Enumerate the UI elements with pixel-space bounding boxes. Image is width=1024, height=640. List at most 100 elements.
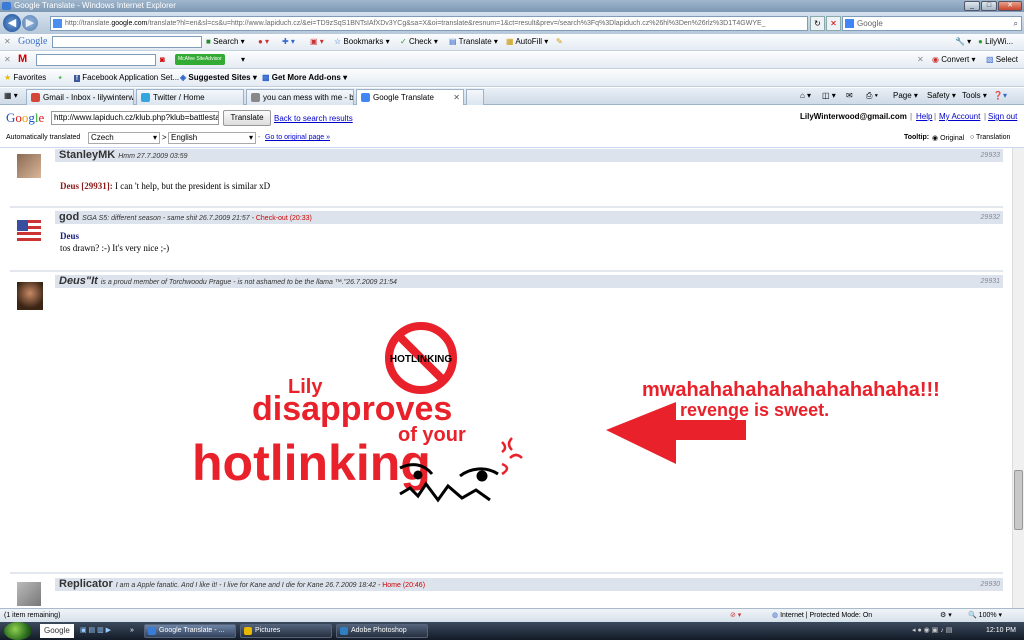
url-field[interactable]: http://translate.google.com/translate?hl…: [50, 16, 808, 31]
post-author[interactable]: StanleyMK: [59, 149, 115, 161]
taskbar-button-pictures[interactable]: Pictures: [240, 624, 332, 638]
anger-mark-icon: [501, 437, 523, 476]
toolbar-close-icon[interactable]: ✕: [4, 34, 11, 49]
post-number[interactable]: 29932: [981, 211, 1000, 224]
window-title: Google Translate - Windows Internet Expl…: [14, 1, 176, 10]
tab-translate-label: Google Translate: [373, 93, 434, 102]
post-author[interactable]: Replicator: [59, 578, 113, 590]
from-language-select[interactable]: Czech ▾: [88, 132, 160, 144]
popup-blocked-icon[interactable]: ⊘ ▾: [730, 609, 741, 622]
protected-mode-icon[interactable]: ⚙ ▾: [940, 609, 952, 622]
post-number[interactable]: 29933: [981, 149, 1000, 162]
translate-toolbar-button[interactable]: ▤ Translate ▾: [449, 34, 498, 49]
autofill-label: AutoFill: [515, 37, 543, 46]
suggested-sites-link[interactable]: ◈ Suggested Sites ▾: [180, 70, 257, 85]
quicklaunch-more-icon[interactable]: »: [130, 622, 134, 640]
post-author[interactable]: god: [59, 211, 79, 223]
autofill-button[interactable]: ▦ AutoFill ▾: [506, 34, 548, 49]
siteadvisor-dropdown-icon[interactable]: ▾: [241, 52, 245, 67]
back-button[interactable]: ◀: [3, 14, 21, 32]
mail-toolbar-close-icon[interactable]: ✕: [4, 52, 11, 67]
pagerank-icon[interactable]: ▣ ▾: [310, 34, 324, 49]
tray-icons[interactable]: ◂ ● ◉ ▣ ♪ ▤: [912, 622, 952, 640]
post-quote[interactable]: Deus: [60, 230, 169, 242]
start-button[interactable]: [4, 622, 32, 640]
post-number[interactable]: 29931: [981, 275, 1000, 288]
back-to-results-link[interactable]: Back to search results: [274, 114, 353, 123]
mail-search-icon[interactable]: ◙: [160, 52, 165, 67]
vertical-scrollbar[interactable]: [1012, 148, 1024, 608]
translate-button[interactable]: Translate: [223, 110, 271, 126]
post-quote[interactable]: Deus [29931]:: [60, 181, 113, 191]
tab-close-icon[interactable]: ✕: [453, 90, 460, 105]
facebook-link[interactable]: f Facebook Application Set...: [74, 70, 179, 86]
post-author[interactable]: Deus"It: [59, 275, 98, 287]
convert-button[interactable]: ◉ Convert ▾: [932, 52, 975, 67]
taskbar-google-search[interactable]: Google: [40, 624, 74, 638]
plus-icon[interactable]: ✚ ▾: [282, 34, 295, 49]
google-toolbar-input[interactable]: [52, 36, 202, 48]
new-tab-button[interactable]: [466, 89, 484, 105]
hotlinking-text: hotlinking: [192, 435, 431, 491]
zoom-control[interactable]: 🔍 100% ▾: [968, 609, 1002, 622]
refresh-button[interactable]: ↻: [810, 16, 825, 31]
disapproves-text: disapproves: [252, 390, 452, 428]
clock[interactable]: 12:10 PM: [986, 622, 1016, 640]
google-favicon-icon: [53, 19, 62, 28]
my-account-link[interactable]: My Account: [939, 112, 980, 121]
tooltip-original-radio[interactable]: ◉ Original: [932, 134, 964, 142]
post-number[interactable]: 29930: [981, 578, 1000, 591]
wrench-icon[interactable]: 🔧 ▾: [955, 34, 971, 49]
search-box[interactable]: Google ⌕: [842, 16, 1022, 31]
check-button[interactable]: ✓ Check ▾: [400, 34, 438, 49]
add-favorites-icon[interactable]: ⭑: [58, 70, 62, 85]
taskbar-button-ie[interactable]: Google Translate - ...: [144, 624, 236, 638]
mail-search-input[interactable]: [36, 54, 156, 66]
post-header: Replicator I am a Apple fanatic. And I li…: [55, 578, 1003, 591]
google-search-button[interactable]: ■ Search ▾: [206, 34, 245, 49]
feeds-icon[interactable]: ◫ ▾: [822, 88, 836, 104]
auto-translated-label: Automatically translated: [6, 134, 81, 141]
tab-google-translate[interactable]: Google Translate ✕: [356, 89, 464, 105]
taskbar-button-photoshop[interactable]: Adobe Photoshop: [336, 624, 428, 638]
tab-gmail-label: Gmail - Inbox - lilywinterw...: [43, 93, 134, 102]
tab-twitter[interactable]: Twitter / Home: [136, 89, 244, 105]
favorites-button[interactable]: ★ Favorites: [4, 70, 46, 85]
translate-url-input[interactable]: http://www.lapiduch.cz/klub.php?klub=bat…: [51, 111, 219, 125]
home-icon[interactable]: ⌂ ▾: [800, 88, 811, 104]
minimize-button[interactable]: _: [964, 1, 980, 11]
safety-menu[interactable]: Safety ▾: [927, 88, 956, 104]
tab-gmail[interactable]: Gmail - Inbox - lilywinterw...: [26, 89, 134, 105]
original-page-link[interactable]: Go to original page »: [265, 134, 330, 141]
maximize-button[interactable]: □: [981, 1, 997, 11]
addons-link[interactable]: ▩ Get More Add-ons ▾: [262, 70, 347, 85]
search-go-icon[interactable]: ⌕: [1014, 17, 1018, 30]
close-button[interactable]: ✕: [998, 1, 1022, 11]
tab-blog[interactable]: you can mess with me - b...: [246, 89, 354, 105]
popup-icon[interactable]: ● ▾: [258, 34, 269, 49]
account-button[interactable]: ● LilyWi...: [978, 34, 1013, 49]
to-language-select[interactable]: English ▾: [168, 132, 256, 144]
select-button[interactable]: ▧ Select: [986, 52, 1018, 67]
sign-out-link[interactable]: Sign out: [988, 112, 1017, 121]
quicklaunch-icons[interactable]: ▣ ▤ ▥ ▶: [80, 622, 111, 640]
bookmarks-button[interactable]: ☆ Bookmarks ▾: [334, 34, 390, 49]
help-link[interactable]: Help: [916, 112, 932, 121]
help-icon[interactable]: ❓▾: [993, 88, 1007, 104]
convert-close-icon[interactable]: ✕: [917, 52, 924, 67]
print-icon[interactable]: ⎙ ▾: [866, 88, 878, 104]
stop-button[interactable]: ✕: [826, 16, 841, 31]
post-divider: [10, 270, 1003, 272]
mail-icon[interactable]: ✉: [846, 88, 853, 104]
page-menu[interactable]: Page ▾: [893, 88, 918, 104]
siteadvisor-badge[interactable]: McAfee SiteAdvisor: [175, 54, 225, 65]
convert-label: Convert: [941, 55, 970, 64]
pencil-icon[interactable]: ✎: [556, 34, 563, 49]
scrollbar-thumb[interactable]: [1014, 470, 1023, 530]
quick-tabs-icon[interactable]: ▦ ▾: [4, 91, 18, 100]
taskbar-button-label: Google Translate - ...: [159, 627, 225, 634]
security-zone[interactable]: ◍ Internet | Protected Mode: On: [772, 609, 872, 622]
tools-menu[interactable]: Tools ▾: [962, 88, 987, 104]
forward-button[interactable]: ▶: [22, 15, 38, 31]
tooltip-translation-radio[interactable]: ○ Translation: [970, 134, 1010, 141]
